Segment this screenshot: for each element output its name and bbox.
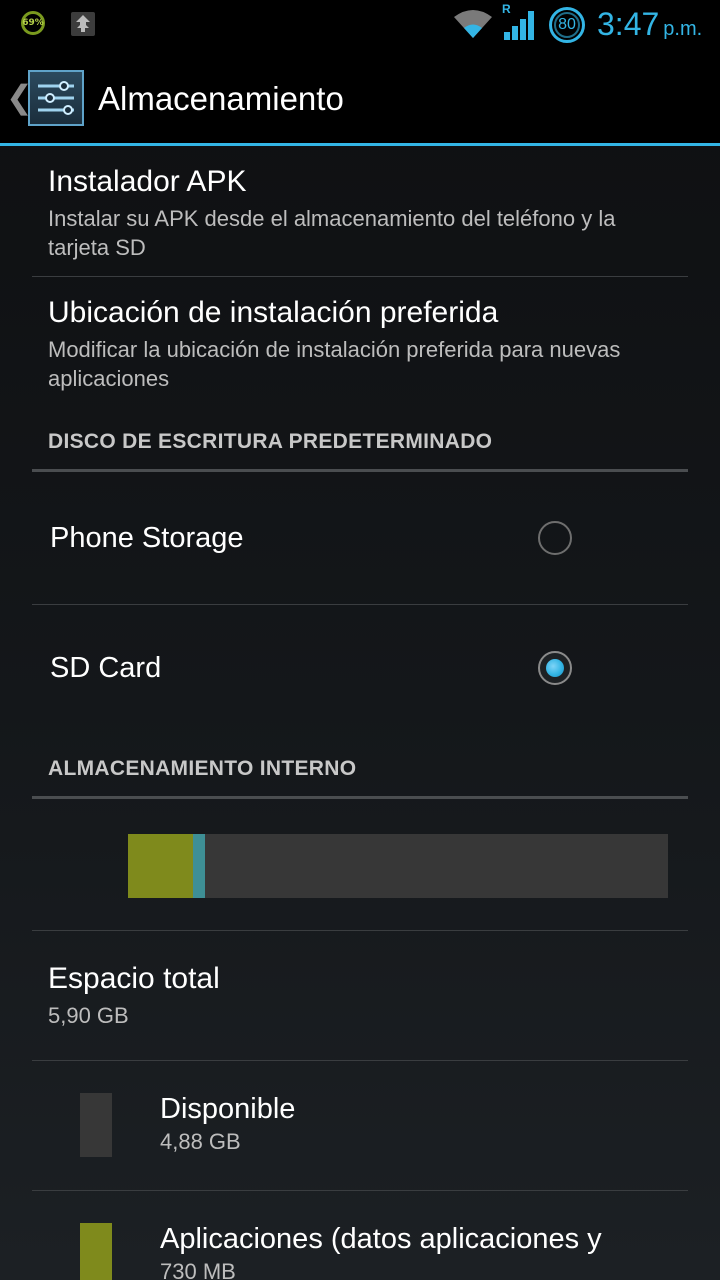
wifi-icon	[454, 10, 492, 38]
action-bar: ❮ Almacenamiento	[0, 50, 720, 146]
clock-ampm: p.m.	[663, 18, 703, 40]
radio-label: SD Card	[50, 652, 162, 684]
battery-widget-icon: 69%	[21, 11, 45, 35]
clock: 3:47 p.m.	[597, 6, 702, 43]
upload-icon	[71, 12, 95, 36]
section-header-internal-storage: ALMACENAMIENTO INTERNO	[48, 757, 357, 780]
pref-summary: Modificar la ubicación de instalación pr…	[48, 337, 621, 391]
total-space-item: Espacio total 5,90 GB	[48, 961, 668, 1029]
screen: 69% R 80 3:47 p.m. ❮ Almacenamiento Inst…	[0, 0, 720, 1280]
section-rule	[32, 469, 688, 472]
pref-apk-installer[interactable]: Instalador APK Instalar su APK desde el …	[48, 164, 668, 262]
usage-segment-other	[193, 834, 205, 898]
legend-title: Disponible	[160, 1093, 296, 1125]
legend-value: 730 MB	[160, 1259, 236, 1280]
total-space-value: 5,90 GB	[48, 1003, 129, 1028]
page-title: Almacenamiento	[98, 80, 344, 117]
radio-label: Phone Storage	[50, 522, 244, 554]
divider	[32, 276, 688, 277]
divider	[32, 1190, 688, 1191]
total-space-title: Espacio total	[48, 962, 220, 995]
pref-summary: Instalar su APK desde el almacenamiento …	[48, 206, 616, 260]
radio-button-unchecked[interactable]	[538, 521, 572, 555]
section-header-default-disk: DISCO DE ESCRITURA PREDETERMINADO	[48, 430, 493, 453]
pref-title: Instalador APK	[48, 165, 247, 198]
radio-option-phone-storage[interactable]: Phone Storage	[0, 475, 720, 605]
radio-option-sd-card[interactable]: SD Card	[0, 605, 720, 735]
status-bar: 69% R 80 3:47 p.m.	[0, 0, 720, 50]
battery-widget-label: 69%	[22, 18, 44, 28]
usage-segment-apps	[128, 834, 193, 898]
radio-dot-icon	[546, 659, 564, 677]
radio-button-checked[interactable]	[538, 651, 572, 685]
divider	[32, 930, 688, 931]
color-swatch	[80, 1223, 112, 1280]
section-rule	[32, 796, 688, 799]
settings-sliders-icon[interactable]	[28, 70, 84, 126]
legend-title: Aplicaciones (datos aplicaciones y	[160, 1223, 602, 1255]
pref-title: Ubicación de instalación preferida	[48, 296, 499, 329]
clock-time: 3:47	[597, 6, 660, 42]
storage-usage-bar	[128, 834, 668, 898]
pref-install-location[interactable]: Ubicación de instalación preferida Modif…	[48, 295, 668, 393]
color-swatch	[80, 1093, 112, 1157]
battery-circle-icon: 80	[549, 7, 585, 43]
divider	[32, 1060, 688, 1061]
legend-value: 4,88 GB	[160, 1129, 241, 1154]
signal-icon	[504, 11, 534, 40]
